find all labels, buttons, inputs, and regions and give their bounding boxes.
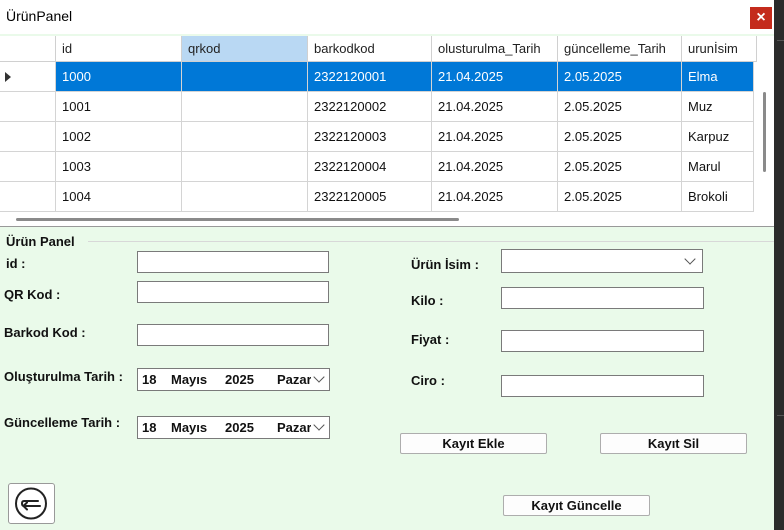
table-cell-barkodkod[interactable]: 2322120005: [308, 182, 432, 212]
vertical-scroll-thumb[interactable]: [763, 92, 766, 172]
table-cell-olusturulma-tarih[interactable]: 21.04.2025: [432, 182, 558, 212]
close-button[interactable]: ×: [750, 7, 772, 29]
current-row-arrow-icon: [5, 72, 11, 82]
olusturulma-tarih-picker[interactable]: 18 Mayıs 2025 Pazar: [137, 368, 330, 391]
olusturulma-weekday: Pazar: [277, 372, 311, 387]
table-cell-qrkod[interactable]: [182, 152, 308, 182]
olusturulma-year: 2025: [225, 372, 254, 387]
qr-kod-input[interactable]: [137, 281, 329, 303]
ciro-input[interactable]: [501, 375, 704, 397]
grid-vertical-scrollbar[interactable]: [757, 62, 774, 226]
row-header[interactable]: [0, 152, 56, 182]
fiyat-label: Fiyat :: [411, 332, 450, 347]
table-cell-olusturulma-tarih[interactable]: 21.04.2025: [432, 152, 558, 182]
background-editor-strip: [774, 0, 784, 530]
row-header-corner[interactable]: [0, 36, 56, 62]
table-cell-guncelleme-tarih[interactable]: 2.05.2025: [558, 152, 682, 182]
table-cell-qrkod[interactable]: [182, 62, 308, 92]
column-header-urun-isim[interactable]: urunİsim: [682, 36, 757, 62]
row-header[interactable]: [0, 62, 56, 92]
chevron-down-icon[interactable]: [313, 419, 325, 431]
barkod-kod-input[interactable]: [137, 324, 329, 346]
title-bar: ÜrünPanel ×: [0, 0, 774, 34]
column-header-olusturulma-tarih[interactable]: olusturulma_Tarih: [432, 36, 558, 62]
groupbox-title: Ürün Panel: [6, 234, 75, 249]
table-cell-urunisim[interactable]: Elma: [682, 62, 754, 92]
table-cell-guncelleme-tarih[interactable]: 2.05.2025: [558, 122, 682, 152]
guncelleme-day: 18: [142, 420, 157, 435]
row-header[interactable]: [0, 92, 56, 122]
column-header-guncelleme-tarih[interactable]: güncelleme_Tarih: [558, 36, 682, 62]
table-cell-guncelleme-tarih[interactable]: 2.05.2025: [558, 182, 682, 212]
urun-panel-window: ÜrünPanel × id qrkod barkodkod olusturul…: [0, 0, 774, 530]
table-cell-id[interactable]: 1001: [56, 92, 182, 122]
groupbox-border: [88, 241, 774, 242]
table-cell-qrkod[interactable]: [182, 122, 308, 152]
table-cell-guncelleme-tarih[interactable]: 2.05.2025: [558, 92, 682, 122]
urun-isim-combobox[interactable]: [501, 249, 703, 273]
guncelleme-month: Mayıs: [171, 420, 208, 435]
urun-isim-label: Ürün İsim :: [411, 257, 479, 272]
table-row[interactable]: 1003 2322120004 21.04.2025 2.05.2025 Marul: [0, 152, 754, 182]
table-cell-qrkod[interactable]: [182, 92, 308, 122]
guncelleme-tarih-picker[interactable]: 18 Mayıs 2025 Pazar: [137, 416, 330, 439]
table-cell-guncelleme-tarih[interactable]: 2.05.2025: [558, 62, 682, 92]
qr-kod-label: QR Kod :: [4, 287, 61, 302]
window-title: ÜrünPanel: [6, 8, 73, 24]
table-cell-urunisim[interactable]: Karpuz: [682, 122, 754, 152]
table-cell-barkodkod[interactable]: 2322120003: [308, 122, 432, 152]
olusturulma-day: 18: [142, 372, 157, 387]
table-cell-olusturulma-tarih[interactable]: 21.04.2025: [432, 62, 558, 92]
guncelleme-tarih-label: Güncelleme Tarih :: [4, 415, 121, 430]
id-label: id :: [6, 256, 26, 271]
table-cell-id[interactable]: 1000: [56, 62, 182, 92]
row-header[interactable]: [0, 122, 56, 152]
barkod-kod-label: Barkod Kod :: [4, 325, 86, 340]
table-cell-olusturulma-tarih[interactable]: 21.04.2025: [432, 122, 558, 152]
table-cell-barkodkod[interactable]: 2322120001: [308, 62, 432, 92]
table-cell-barkodkod[interactable]: 2322120002: [308, 92, 432, 122]
olusturulma-tarih-label: Oluşturulma Tarih :: [4, 369, 123, 384]
background-marker: [777, 415, 784, 416]
id-input[interactable]: [137, 251, 329, 273]
table-cell-urunisim[interactable]: Marul: [682, 152, 754, 182]
kilo-label: Kilo :: [411, 293, 444, 308]
horizontal-scroll-thumb[interactable]: [16, 218, 459, 221]
back-button[interactable]: [8, 483, 55, 524]
guncelleme-year: 2025: [225, 420, 254, 435]
back-arrow-icon: [15, 487, 47, 520]
background-marker: [777, 40, 784, 41]
table-cell-id[interactable]: 1002: [56, 122, 182, 152]
fiyat-input[interactable]: [501, 330, 704, 352]
table-cell-id[interactable]: 1004: [56, 182, 182, 212]
olusturulma-month: Mayıs: [171, 372, 208, 387]
table-cell-qrkod[interactable]: [182, 182, 308, 212]
table-row[interactable]: 1002 2322120003 21.04.2025 2.05.2025 Karpuz: [0, 122, 754, 152]
kilo-input[interactable]: [501, 287, 704, 309]
chevron-down-icon[interactable]: [684, 253, 696, 265]
table-cell-barkodkod[interactable]: 2322120004: [308, 152, 432, 182]
product-data-grid[interactable]: id qrkod barkodkod olusturulma_Tarih gün…: [0, 36, 774, 227]
column-header-id[interactable]: id: [56, 36, 182, 62]
kayit-ekle-button[interactable]: Kayıt Ekle: [400, 433, 547, 454]
column-header-barkodkod[interactable]: barkodkod: [308, 36, 432, 62]
table-row[interactable]: 1001 2322120002 21.04.2025 2.05.2025 Muz: [0, 92, 754, 122]
table-row[interactable]: 1000 2322120001 21.04.2025 2.05.2025 Elma: [0, 62, 754, 92]
table-cell-id[interactable]: 1003: [56, 152, 182, 182]
grid-horizontal-scrollbar[interactable]: [0, 212, 757, 226]
ciro-label: Ciro :: [411, 373, 445, 388]
grid-header: id qrkod barkodkod olusturulma_Tarih gün…: [0, 36, 774, 62]
chevron-down-icon[interactable]: [313, 371, 325, 383]
table-cell-urunisim[interactable]: Muz: [682, 92, 754, 122]
column-header-qrkod[interactable]: qrkod: [182, 36, 308, 62]
table-cell-urunisim[interactable]: Brokoli: [682, 182, 754, 212]
row-header[interactable]: [0, 182, 56, 212]
table-cell-olusturulma-tarih[interactable]: 21.04.2025: [432, 92, 558, 122]
kayit-guncelle-button[interactable]: Kayıt Güncelle: [503, 495, 650, 516]
guncelleme-weekday: Pazar: [277, 420, 311, 435]
table-row[interactable]: 1004 2322120005 21.04.2025 2.05.2025 Brokoli: [0, 182, 754, 212]
kayit-sil-button[interactable]: Kayıt Sil: [600, 433, 747, 454]
